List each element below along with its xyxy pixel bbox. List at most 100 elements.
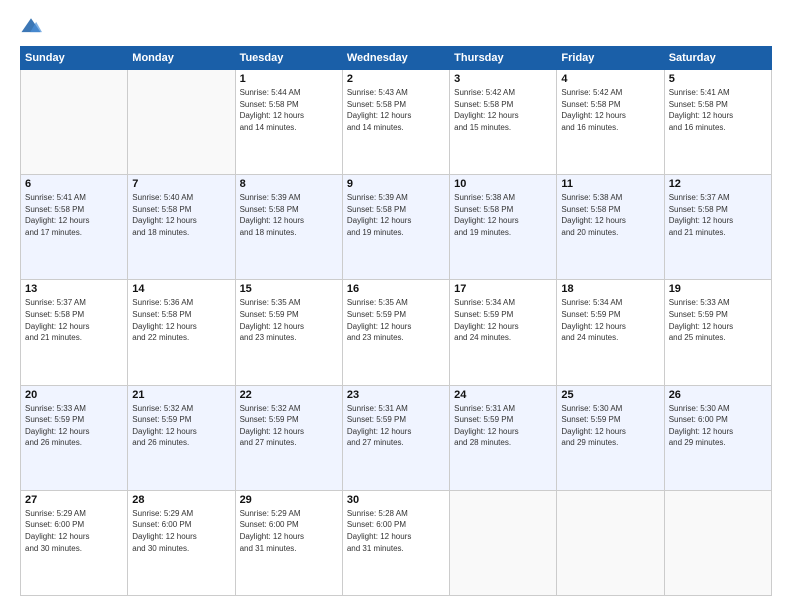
- day-cell: 1 Sunrise: 5:44 AM Sunset: 5:58 PM Daylig…: [235, 70, 342, 175]
- week-row-2: 6 Sunrise: 5:41 AM Sunset: 5:58 PM Daylig…: [21, 175, 772, 280]
- day-info: Sunrise: 5:36 AM Sunset: 5:58 PM Dayligh…: [132, 297, 230, 343]
- day-cell: [21, 70, 128, 175]
- day-info: Sunrise: 5:42 AM Sunset: 5:58 PM Dayligh…: [561, 87, 659, 133]
- day-cell: 20 Sunrise: 5:33 AM Sunset: 5:59 PM Dayli…: [21, 385, 128, 490]
- weekday-header-sunday: Sunday: [21, 47, 128, 70]
- day-cell: 16 Sunrise: 5:35 AM Sunset: 5:59 PM Dayli…: [342, 280, 449, 385]
- day-cell: 11 Sunrise: 5:38 AM Sunset: 5:58 PM Dayli…: [557, 175, 664, 280]
- day-cell: 9 Sunrise: 5:39 AM Sunset: 5:58 PM Daylig…: [342, 175, 449, 280]
- day-info: Sunrise: 5:29 AM Sunset: 6:00 PM Dayligh…: [240, 508, 338, 554]
- day-number: 5: [669, 73, 767, 85]
- day-info: Sunrise: 5:32 AM Sunset: 5:59 PM Dayligh…: [240, 403, 338, 449]
- day-number: 18: [561, 283, 659, 295]
- day-cell: [664, 490, 771, 595]
- day-number: 4: [561, 73, 659, 85]
- weekday-header-row: SundayMondayTuesdayWednesdayThursdayFrid…: [21, 47, 772, 70]
- day-info: Sunrise: 5:28 AM Sunset: 6:00 PM Dayligh…: [347, 508, 445, 554]
- day-cell: 7Sunrise: 5:40 AM Sunset: 5:58 PM Daylig…: [128, 175, 235, 280]
- day-cell: 24 Sunrise: 5:31 AM Sunset: 5:59 PM Dayli…: [450, 385, 557, 490]
- day-number: 24: [454, 389, 552, 401]
- day-info: Sunrise: 5:38 AM Sunset: 5:58 PM Dayligh…: [454, 192, 552, 238]
- day-info: Sunrise: 5:41 AM Sunset: 5:58 PM Dayligh…: [669, 87, 767, 133]
- day-cell: 19 Sunrise: 5:33 AM Sunset: 5:59 PM Dayli…: [664, 280, 771, 385]
- day-info: Sunrise: 5:35 AM Sunset: 5:59 PM Dayligh…: [347, 297, 445, 343]
- day-cell: [128, 70, 235, 175]
- day-number: 9: [347, 178, 445, 190]
- day-number: 25: [561, 389, 659, 401]
- day-info: Sunrise: 5:41 AM Sunset: 5:58 PM Dayligh…: [25, 192, 123, 238]
- header: [20, 16, 772, 38]
- week-row-4: 20 Sunrise: 5:33 AM Sunset: 5:59 PM Dayli…: [21, 385, 772, 490]
- day-cell: 8 Sunrise: 5:39 AM Sunset: 5:58 PM Daylig…: [235, 175, 342, 280]
- day-info: Sunrise: 5:33 AM Sunset: 5:59 PM Dayligh…: [669, 297, 767, 343]
- week-row-3: 13 Sunrise: 5:37 AM Sunset: 5:58 PM Dayli…: [21, 280, 772, 385]
- day-info: Sunrise: 5:38 AM Sunset: 5:58 PM Dayligh…: [561, 192, 659, 238]
- day-number: 6: [25, 178, 123, 190]
- day-number: 7: [132, 178, 230, 190]
- day-number: 22: [240, 389, 338, 401]
- day-cell: 30 Sunrise: 5:28 AM Sunset: 6:00 PM Dayli…: [342, 490, 449, 595]
- day-info: Sunrise: 5:30 AM Sunset: 6:00 PM Dayligh…: [669, 403, 767, 449]
- day-info: Sunrise: 5:31 AM Sunset: 5:59 PM Dayligh…: [347, 403, 445, 449]
- day-info: Sunrise: 5:39 AM Sunset: 5:58 PM Dayligh…: [347, 192, 445, 238]
- day-cell: 4 Sunrise: 5:42 AM Sunset: 5:58 PM Daylig…: [557, 70, 664, 175]
- day-number: 3: [454, 73, 552, 85]
- day-number: 2: [347, 73, 445, 85]
- day-number: 20: [25, 389, 123, 401]
- day-info: Sunrise: 5:29 AM Sunset: 6:00 PM Dayligh…: [25, 508, 123, 554]
- logo: [20, 16, 46, 38]
- day-number: 15: [240, 283, 338, 295]
- day-cell: 3Sunrise: 5:42 AM Sunset: 5:58 PM Daylig…: [450, 70, 557, 175]
- weekday-header-wednesday: Wednesday: [342, 47, 449, 70]
- day-cell: 26 Sunrise: 5:30 AM Sunset: 6:00 PM Dayli…: [664, 385, 771, 490]
- day-info: Sunrise: 5:29 AM Sunset: 6:00 PM Dayligh…: [132, 508, 230, 554]
- day-cell: 14 Sunrise: 5:36 AM Sunset: 5:58 PM Dayli…: [128, 280, 235, 385]
- day-cell: [557, 490, 664, 595]
- day-cell: 5 Sunrise: 5:41 AM Sunset: 5:58 PM Daylig…: [664, 70, 771, 175]
- day-info: Sunrise: 5:39 AM Sunset: 5:58 PM Dayligh…: [240, 192, 338, 238]
- day-info: Sunrise: 5:37 AM Sunset: 5:58 PM Dayligh…: [669, 192, 767, 238]
- day-info: Sunrise: 5:31 AM Sunset: 5:59 PM Dayligh…: [454, 403, 552, 449]
- weekday-header-saturday: Saturday: [664, 47, 771, 70]
- calendar-table: SundayMondayTuesdayWednesdayThursdayFrid…: [20, 46, 772, 596]
- day-cell: 10 Sunrise: 5:38 AM Sunset: 5:58 PM Dayli…: [450, 175, 557, 280]
- day-info: Sunrise: 5:34 AM Sunset: 5:59 PM Dayligh…: [561, 297, 659, 343]
- day-cell: 23 Sunrise: 5:31 AM Sunset: 5:59 PM Dayli…: [342, 385, 449, 490]
- day-cell: 2Sunrise: 5:43 AM Sunset: 5:58 PM Daylig…: [342, 70, 449, 175]
- day-info: Sunrise: 5:34 AM Sunset: 5:59 PM Dayligh…: [454, 297, 552, 343]
- day-number: 19: [669, 283, 767, 295]
- day-cell: 15 Sunrise: 5:35 AM Sunset: 5:59 PM Dayli…: [235, 280, 342, 385]
- weekday-header-monday: Monday: [128, 47, 235, 70]
- day-info: Sunrise: 5:37 AM Sunset: 5:58 PM Dayligh…: [25, 297, 123, 343]
- day-number: 17: [454, 283, 552, 295]
- day-info: Sunrise: 5:30 AM Sunset: 5:59 PM Dayligh…: [561, 403, 659, 449]
- day-number: 8: [240, 178, 338, 190]
- day-number: 28: [132, 494, 230, 506]
- day-cell: 28 Sunrise: 5:29 AM Sunset: 6:00 PM Dayli…: [128, 490, 235, 595]
- day-cell: 17 Sunrise: 5:34 AM Sunset: 5:59 PM Dayli…: [450, 280, 557, 385]
- day-cell: [450, 490, 557, 595]
- day-cell: 13 Sunrise: 5:37 AM Sunset: 5:58 PM Dayli…: [21, 280, 128, 385]
- day-number: 14: [132, 283, 230, 295]
- day-number: 16: [347, 283, 445, 295]
- day-info: Sunrise: 5:35 AM Sunset: 5:59 PM Dayligh…: [240, 297, 338, 343]
- day-number: 11: [561, 178, 659, 190]
- day-cell: 27 Sunrise: 5:29 AM Sunset: 6:00 PM Dayli…: [21, 490, 128, 595]
- day-cell: 22 Sunrise: 5:32 AM Sunset: 5:59 PM Dayli…: [235, 385, 342, 490]
- day-info: Sunrise: 5:32 AM Sunset: 5:59 PM Dayligh…: [132, 403, 230, 449]
- day-number: 27: [25, 494, 123, 506]
- day-number: 29: [240, 494, 338, 506]
- day-info: Sunrise: 5:33 AM Sunset: 5:59 PM Dayligh…: [25, 403, 123, 449]
- day-number: 23: [347, 389, 445, 401]
- day-number: 1: [240, 73, 338, 85]
- weekday-header-friday: Friday: [557, 47, 664, 70]
- day-cell: 12Sunrise: 5:37 AM Sunset: 5:58 PM Dayli…: [664, 175, 771, 280]
- page: SundayMondayTuesdayWednesdayThursdayFrid…: [0, 0, 792, 612]
- day-number: 26: [669, 389, 767, 401]
- day-number: 10: [454, 178, 552, 190]
- day-number: 13: [25, 283, 123, 295]
- day-info: Sunrise: 5:44 AM Sunset: 5:58 PM Dayligh…: [240, 87, 338, 133]
- day-cell: 21Sunrise: 5:32 AM Sunset: 5:59 PM Dayli…: [128, 385, 235, 490]
- day-number: 30: [347, 494, 445, 506]
- weekday-header-thursday: Thursday: [450, 47, 557, 70]
